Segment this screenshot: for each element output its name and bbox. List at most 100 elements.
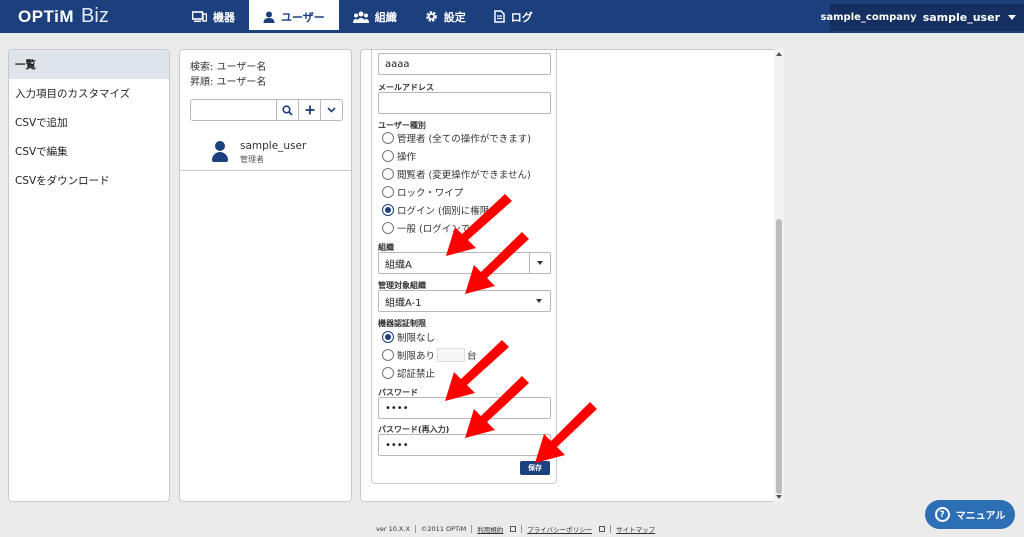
limit-ban[interactable]: 認証禁止 <box>382 366 435 380</box>
footer: ver 10.X.X ©2011 OPTiM 利用規約 プライバシーポリシー サ… <box>376 524 655 534</box>
search-condition: 検索: ユーザー名 <box>190 62 267 73</box>
more-options-button[interactable] <box>321 99 343 121</box>
nav-log-label: ログ <box>510 10 533 24</box>
avatar <box>212 141 228 163</box>
log-icon <box>494 10 505 23</box>
optim-biz-logo[interactable]: OPTiM Biz <box>18 5 109 27</box>
device-limit-label: 機器認証制限 <box>378 319 426 328</box>
radio-label: 制限なし <box>397 333 436 344</box>
divider <box>180 170 351 171</box>
limit-unit: 台 <box>467 351 477 362</box>
user-edit-form: aaaa メールアドレス ユーザー種別 管理者 (全ての操作ができます) 操作 … <box>371 50 557 484</box>
help-icon: ? <box>934 507 950 522</box>
external-link-icon <box>599 526 606 532</box>
sidebar: 一覧 入力項目のカスタマイズ CSVで追加 CSVで編集 CSVをダウンロード <box>8 49 170 502</box>
sidebar-item-list[interactable]: 一覧 <box>9 50 169 79</box>
search-input[interactable] <box>190 99 277 121</box>
terms-link[interactable]: 利用規約 <box>477 524 503 534</box>
user-type-login[interactable]: ログイン (個別に権限を <box>382 203 499 217</box>
current-user-name: sample_user <box>922 11 1000 24</box>
account-menu[interactable]: sample_company sample_user <box>820 4 1024 31</box>
radio-label: 操作 <box>397 152 417 163</box>
name-field[interactable]: aaaa <box>378 53 551 75</box>
radio-label: ログイン (個別に権限を <box>397 206 499 217</box>
user-type-viewer[interactable]: 閲覧者 (変更操作ができません) <box>382 167 531 181</box>
managed-org-select[interactable]: 組織A-1 <box>378 290 551 312</box>
radio[interactable] <box>382 349 394 361</box>
scroll-down-icon[interactable] <box>776 495 782 499</box>
password-confirm-field[interactable]: •••• <box>378 434 551 456</box>
privacy-link[interactable]: プライバシーポリシー <box>527 524 592 534</box>
user-type-label: ユーザー種別 <box>378 121 426 130</box>
user-type-general[interactable]: 一般 (ログインで <box>382 221 470 235</box>
user-type-lock-wipe[interactable]: ロック・ワイプ <box>382 185 463 199</box>
sidebar-item-customize[interactable]: 入力項目のカスタマイズ <box>9 79 169 108</box>
radio[interactable] <box>382 367 394 379</box>
user-list-panel: 検索: ユーザー名 昇順: ユーザー名 sample_user 管理者 <box>179 49 352 502</box>
organization-dropdown-button[interactable] <box>529 253 550 273</box>
caret-down-icon <box>536 299 542 303</box>
organization-value: 組織A <box>385 259 412 271</box>
logo-main: OPTiM <box>18 7 75 26</box>
scroll-thumb[interactable] <box>776 219 782 494</box>
limit-some[interactable]: 制限あり 台 <box>382 348 477 362</box>
sidebar-item-csv-add[interactable]: CSVで追加 <box>9 108 169 137</box>
radio-label: 管理者 (全ての操作ができます) <box>397 134 531 145</box>
limit-count-input[interactable] <box>437 348 466 362</box>
plus-icon <box>305 105 314 115</box>
nav-device[interactable]: 機器 <box>178 0 249 33</box>
sitemap-link[interactable]: サイトマップ <box>616 524 655 534</box>
radio-selected[interactable] <box>382 204 394 216</box>
logo-sub: Biz <box>81 5 109 27</box>
organization-icon <box>352 11 369 23</box>
search-icon <box>282 104 293 116</box>
save-button[interactable]: 保存 <box>520 461 550 475</box>
radio[interactable] <box>382 150 394 162</box>
nav-device-label: 機器 <box>213 10 235 24</box>
chevron-down-icon <box>327 107 336 113</box>
nav-log[interactable]: ログ <box>480 0 547 33</box>
user-role: 管理者 <box>240 154 264 164</box>
gear-icon <box>425 11 437 22</box>
radio-selected[interactable] <box>382 331 394 343</box>
manual-button[interactable]: ? マニュアル <box>925 500 1015 529</box>
copyright: ©2011 OPTiM <box>420 525 467 533</box>
radio[interactable] <box>382 186 394 198</box>
device-icon <box>192 10 207 22</box>
sort-condition: 昇順: ユーザー名 <box>190 77 267 88</box>
search-bar <box>190 99 343 121</box>
caret-down-icon <box>537 261 543 265</box>
user-detail-panel: aaaa メールアドレス ユーザー種別 管理者 (全ての操作ができます) 操作 … <box>360 49 784 502</box>
scroll-up-icon[interactable] <box>776 52 782 56</box>
radio[interactable] <box>382 222 394 234</box>
user-icon <box>263 11 275 23</box>
manual-label: マニュアル <box>955 511 1006 522</box>
nav-user-label: ユーザー <box>281 10 325 24</box>
radio-label: 閲覧者 (変更操作ができません) <box>397 170 531 181</box>
nav-organization[interactable]: 組織 <box>339 0 411 33</box>
app-header: OPTiM Biz 機器 ユーザー 組織 設定 ログ sample_compan… <box>0 0 1024 33</box>
radio-label: ロック・ワイプ <box>397 188 464 199</box>
nav-user[interactable]: ユーザー <box>249 0 339 33</box>
sidebar-item-csv-download[interactable]: CSVをダウンロード <box>9 166 169 195</box>
password-field[interactable]: •••• <box>378 397 551 419</box>
user-type-admin[interactable]: 管理者 (全ての操作ができます) <box>382 131 531 145</box>
radio-label: 制限あり <box>397 351 436 362</box>
nav-settings[interactable]: 設定 <box>411 0 480 33</box>
organization-select[interactable]: 組織A <box>378 252 551 274</box>
radio[interactable] <box>382 168 394 180</box>
radio[interactable] <box>382 132 394 144</box>
company-name: sample_company <box>820 12 917 23</box>
user-type-operator[interactable]: 操作 <box>382 149 416 163</box>
nav-settings-label: 設定 <box>443 10 466 24</box>
limit-none[interactable]: 制限なし <box>382 330 435 344</box>
external-link-icon <box>510 526 517 532</box>
add-user-button[interactable] <box>299 99 321 121</box>
search-button[interactable] <box>277 99 299 121</box>
radio-label: 認証禁止 <box>397 369 436 380</box>
version: ver 10.X.X <box>376 525 410 533</box>
scrollbar[interactable] <box>774 49 784 502</box>
list-item[interactable]: sample_user 管理者 <box>180 134 351 170</box>
email-field[interactable] <box>378 92 551 114</box>
sidebar-item-csv-edit[interactable]: CSVで編集 <box>9 137 169 166</box>
